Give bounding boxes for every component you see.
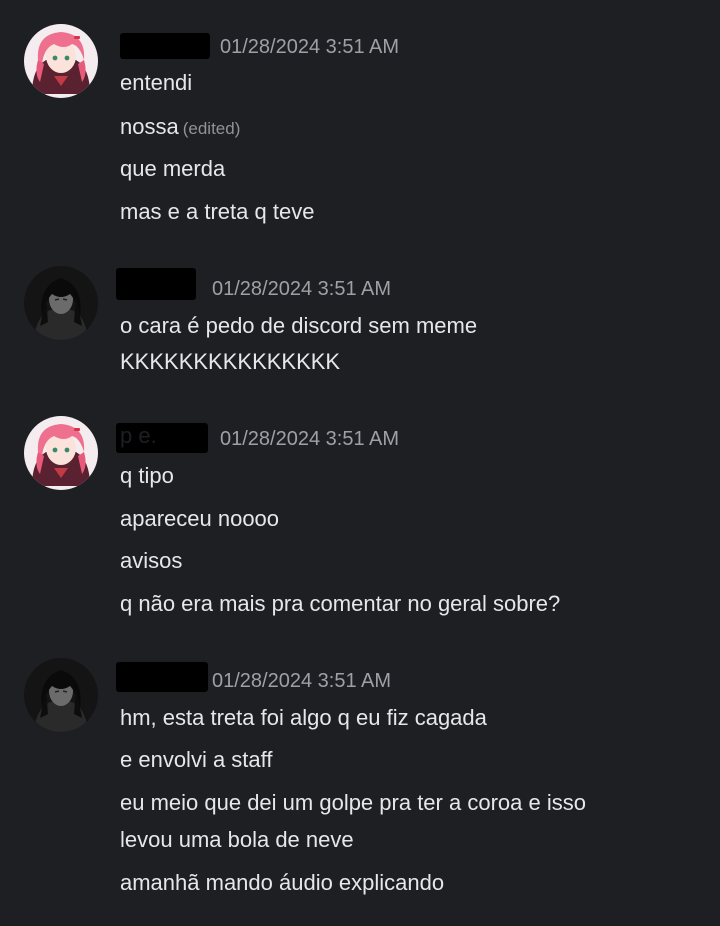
message-text: o cara é pedo de discord sem meme bbox=[120, 313, 478, 338]
avatar[interactable] bbox=[24, 658, 98, 732]
message-text: mas e a treta q teve bbox=[120, 199, 315, 224]
username[interactable] bbox=[116, 268, 196, 300]
pink-hair-avatar-icon bbox=[24, 416, 98, 490]
username[interactable] bbox=[116, 662, 208, 692]
message-text: entendi bbox=[120, 70, 193, 95]
message-text: nossa bbox=[120, 114, 179, 139]
message-text: levou uma bola de neve bbox=[120, 827, 354, 852]
timestamp: 01/28/2024 3:51 AM bbox=[220, 428, 400, 450]
avatar[interactable] bbox=[24, 24, 98, 98]
message-text: eu meio que dei um golpe pra ter a coroa… bbox=[120, 790, 586, 815]
avatar[interactable] bbox=[24, 266, 98, 340]
timestamp: 01/28/2024 3:51 AM bbox=[212, 278, 392, 300]
message-text: KKKKKKKKKKKKKKK bbox=[120, 349, 341, 374]
message-text: e envolvi a staff bbox=[120, 747, 273, 772]
timestamp: 01/28/2024 3:51 AM bbox=[220, 36, 400, 58]
message-text: q tipo bbox=[120, 463, 174, 488]
message-text: avisos bbox=[120, 548, 183, 573]
message-text: q não era mais pra comentar no geral sob… bbox=[120, 591, 561, 616]
dark-hair-avatar-icon bbox=[24, 266, 98, 340]
pink-hair-avatar-icon bbox=[24, 24, 98, 98]
dark-hair-avatar-icon bbox=[24, 658, 98, 732]
message-text: apareceu noooo bbox=[120, 506, 280, 531]
message-text: que merda bbox=[120, 156, 226, 181]
edited-label: (edited) bbox=[182, 119, 241, 138]
message-text: amanhã mando áudio explicando bbox=[120, 870, 445, 895]
username[interactable] bbox=[120, 33, 210, 59]
message-text-edited: nossa (edited) bbox=[120, 113, 240, 143]
message-text: hm, esta treta foi algo q eu fiz cagada bbox=[120, 705, 487, 730]
avatar[interactable] bbox=[24, 416, 98, 490]
timestamp: 01/28/2024 3:51 AM bbox=[212, 670, 392, 692]
username[interactable]: p e. bbox=[116, 423, 208, 453]
